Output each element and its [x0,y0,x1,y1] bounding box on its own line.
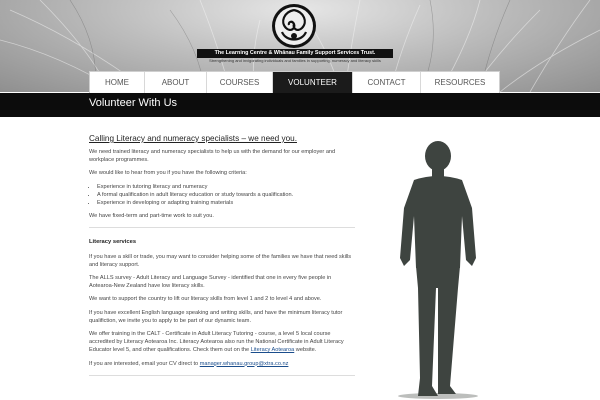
work-types-text: We have fixed-term and part-time work to… [89,213,214,220]
logo-icon[interactable] [270,2,318,50]
nav-courses[interactable]: COURSES [207,72,273,93]
divider [89,227,355,229]
email-link[interactable]: manager.whanau.group@xtra.co.nz [200,361,289,367]
paragraph: We want to support the country to lift o… [89,296,322,303]
main-content: Calling Literacy and numeracy specialist… [89,134,355,386]
paragraph-contact: If you are interested, email your CV dir… [89,360,355,368]
page-title: Volunteer With Us [89,97,178,109]
nav-contact[interactable]: CONTACT [353,72,421,93]
nav-home[interactable]: HOME [90,72,145,93]
nav-volunteer[interactable]: VOLUNTEER [273,72,353,93]
section-title-literacy: Literacy services [89,239,137,246]
paragraph-calt: We offer training in the CALT - Certific… [89,330,355,355]
nav-about[interactable]: ABOUT [145,72,207,93]
nav-resources[interactable]: RESOURCES [421,72,499,93]
criteria-list: Experience in tutoring literacy and nume… [89,183,355,208]
person-silhouette-icon [398,141,478,399]
paragraph: If you have a skill or trade, you may wa… [89,253,352,268]
org-title: The Learning Centre & Whānau Family Supp… [197,49,393,58]
list-item: Experience in tutoring literacy and nume… [97,183,355,191]
list-item: A formal qualification in adult literacy… [97,191,355,199]
paragraph: If you have excellent English language s… [89,309,343,324]
literacy-aotearoa-link[interactable]: Literacy Aotearoa [251,347,295,353]
main-nav: HOME ABOUT COURSES VOLUNTEER CONTACT RES… [89,71,500,93]
page-title-bar: Volunteer With Us [0,93,600,117]
tagline: Strengthening and invigorating individua… [209,58,381,63]
intro-text: We need trained literacy and numeracy sp… [89,149,336,164]
calt-text-end: website. [294,347,317,354]
list-item: Experience in developing or adapting tra… [97,199,355,207]
contact-text: If you are interested, email your CV dir… [89,360,200,367]
divider [89,374,355,376]
content-heading: Calling Literacy and numeracy specialist… [89,134,297,143]
paragraph: The ALLS survey - Adult Literacy and Lan… [89,275,332,290]
criteria-intro: We would like to hear from you if you ha… [89,170,247,177]
